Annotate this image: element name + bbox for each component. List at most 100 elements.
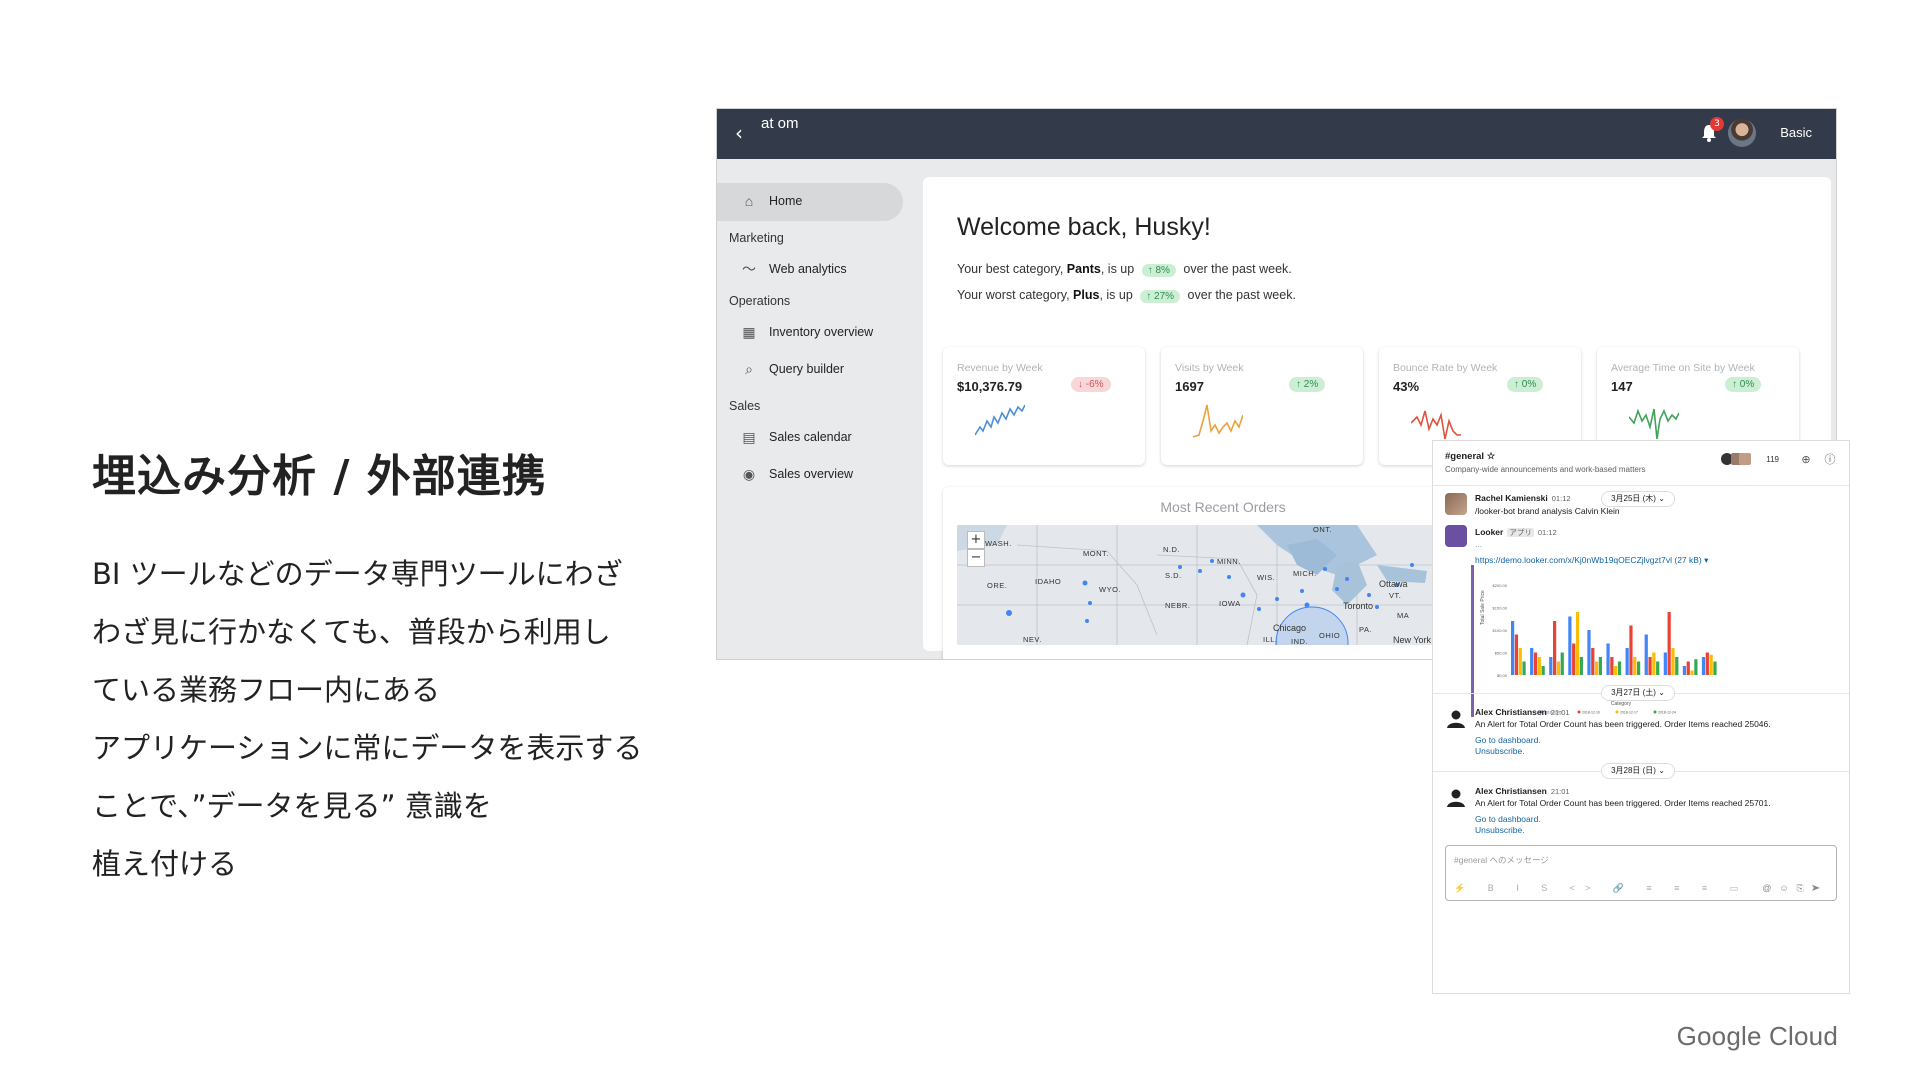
sparkline	[1193, 404, 1243, 438]
message-time: 21:01	[1550, 787, 1570, 796]
chart-bar	[1633, 657, 1637, 675]
chart-y-tick: $200.00	[1493, 583, 1508, 588]
info-icon[interactable]: ⓘ	[1823, 453, 1837, 467]
sparkline	[1411, 410, 1461, 440]
sidebar-item-sales-overview[interactable]: ◉ Sales overview	[741, 466, 853, 482]
chart-x-label: Category	[1611, 701, 1632, 707]
sparkline	[975, 404, 1025, 436]
chart-bar	[1648, 657, 1652, 675]
sidebar-item-label: Web analytics	[769, 262, 847, 276]
chart-bar	[1701, 657, 1706, 675]
sidebar-item-web-analytics[interactable]: 〜 Web analytics	[741, 261, 847, 277]
map-city-label: Chicago	[1273, 623, 1307, 633]
message-author[interactable]: Alex Christiansen 21:01	[1475, 707, 1570, 717]
card-delta: ↓ -6%	[1071, 377, 1111, 392]
date-divider[interactable]: 3月27日 (土) ⌄	[1601, 685, 1675, 701]
input-actions[interactable]: @☺⎘➤	[1762, 883, 1828, 894]
insight-best-category: Your best category, Pants, is up ↑ 8% ov…	[957, 262, 1292, 277]
delta-pill: ↑ 8%	[1141, 264, 1176, 277]
channel-description: Company-wide announcements and work-base…	[1445, 465, 1646, 474]
chart-bar	[1625, 648, 1629, 675]
map-state-label: MA	[1397, 611, 1410, 620]
divider	[1433, 485, 1849, 486]
body-line: ことで、”データを見る” 意識を	[92, 789, 492, 823]
channel-name[interactable]: #general ☆	[1445, 451, 1495, 462]
format-toolbar[interactable]: ⚡ B I S <> 🔗 ≡ ≡ ≡ ▭	[1454, 883, 1748, 894]
chart-bar	[1587, 630, 1591, 675]
message-author[interactable]: Alex Christiansen 21:01	[1475, 786, 1570, 796]
card-value: $10,376.79	[957, 379, 1023, 394]
map-state-label: NEBR.	[1165, 601, 1191, 610]
card-delta: ↑ 0%	[1725, 377, 1762, 392]
sidebar-item-home[interactable]: ⌂ Home	[741, 193, 803, 209]
message-author[interactable]: Looker アプリ 01:12	[1475, 527, 1557, 538]
unsubscribe-link[interactable]: Unsubscribe.	[1475, 746, 1525, 756]
date-divider[interactable]: 3月28日 (日) ⌄	[1601, 763, 1675, 779]
looker-app-avatar[interactable]	[1445, 525, 1467, 547]
sidebar-section-operations: Operations	[729, 294, 791, 308]
member-count[interactable]: 119	[1766, 455, 1779, 464]
card-delta: ↑ 2%	[1289, 377, 1326, 392]
legend-label: 2018-12-10	[1582, 711, 1600, 715]
sidebar-item-inventory-overview[interactable]: ▦ Inventory overview	[741, 324, 873, 340]
map-state-label: OHIO	[1319, 631, 1341, 640]
unsubscribe-link[interactable]: Unsubscribe.	[1475, 825, 1525, 835]
search-icon: ⌕	[745, 361, 753, 377]
atom-logo[interactable]: at om	[761, 116, 801, 131]
sidebar-item-query-builder[interactable]: ⌕ Query builder	[741, 361, 844, 377]
map-state-label: PA.	[1359, 625, 1373, 634]
back-arrow-icon[interactable]: ‹	[735, 121, 743, 145]
date-divider[interactable]: 3月25日 (木) ⌄	[1601, 491, 1675, 507]
member-avatars[interactable]	[1721, 453, 1751, 467]
user-name[interactable]: Basic	[1780, 125, 1812, 140]
user-avatar[interactable]	[1445, 493, 1467, 515]
body-line: BI ツールなどのデータ専門ツールにわざ	[92, 557, 623, 591]
map-zoom-in-button[interactable]: +	[967, 531, 985, 549]
chart-bar	[1690, 670, 1694, 675]
sparkline	[1629, 408, 1679, 440]
google-cloud-logo: Google Cloud	[1676, 1021, 1838, 1051]
map-state-label: IOWA	[1219, 599, 1241, 608]
chart-bar	[1644, 634, 1648, 675]
table-icon: ▦	[742, 324, 756, 340]
embedded-bar-chart[interactable]: Total Sale Price Category $0.00 $50.00 $10…	[1471, 565, 1729, 717]
card-title: Average Time on Site by Week	[1611, 362, 1755, 374]
user-avatar[interactable]	[1728, 119, 1756, 147]
chart-y-tick: $150.00	[1493, 606, 1508, 611]
chart-bar	[1614, 666, 1618, 675]
map-state-label: NEV.	[1023, 635, 1042, 644]
sidebar-item-label: Query builder	[769, 362, 845, 376]
insight-text: Your best category,	[957, 262, 1067, 276]
card-value: 147	[1611, 379, 1633, 394]
orders-title: Most Recent Orders	[1160, 499, 1286, 515]
author-name: Rachel Kamienski	[1475, 493, 1548, 503]
add-member-icon[interactable]: ⊕	[1799, 453, 1813, 467]
message-author[interactable]: Rachel Kamienski 01:12	[1475, 493, 1571, 503]
map-state-label: WASH.	[985, 539, 1012, 548]
chart-bar	[1560, 652, 1564, 675]
message-time: 01:12	[1551, 494, 1571, 503]
card-title: Visits by Week	[1175, 362, 1244, 374]
attachment-bar	[1471, 565, 1474, 717]
go-to-dashboard-link[interactable]: Go to dashboard.	[1475, 814, 1541, 824]
metric-card-visits[interactable]: Visits by Week 1697 ↑ 2%	[1161, 347, 1363, 465]
metric-card-revenue[interactable]: Revenue by Week $10,376.79 ↓ -6%	[943, 347, 1145, 465]
chart-bar	[1686, 661, 1690, 675]
map-state-label: MONT.	[1083, 549, 1109, 558]
map-city-label: New York	[1393, 635, 1432, 645]
user-avatar[interactable]	[1445, 707, 1467, 729]
map-state-label: S.D.	[1165, 571, 1182, 580]
person-icon	[1447, 710, 1465, 728]
user-avatar[interactable]	[1445, 786, 1467, 808]
body-line: アプリケーションに常にデータを表示する	[92, 731, 643, 765]
sidebar-item-sales-calendar[interactable]: ▤ Sales calendar	[741, 429, 851, 445]
chart-bar	[1656, 661, 1660, 675]
message-input[interactable]: #general へのメッセージ ⚡ B I S <> 🔗 ≡ ≡ ≡ ▭ @☺…	[1445, 845, 1837, 901]
chart-bar	[1575, 612, 1580, 675]
chart-bar	[1637, 661, 1641, 675]
chart-bar	[1705, 652, 1709, 675]
go-to-dashboard-link[interactable]: Go to dashboard.	[1475, 735, 1541, 745]
map-zoom-out-button[interactable]: −	[967, 549, 985, 567]
person-icon	[1447, 789, 1465, 807]
chart-bar	[1675, 657, 1679, 675]
